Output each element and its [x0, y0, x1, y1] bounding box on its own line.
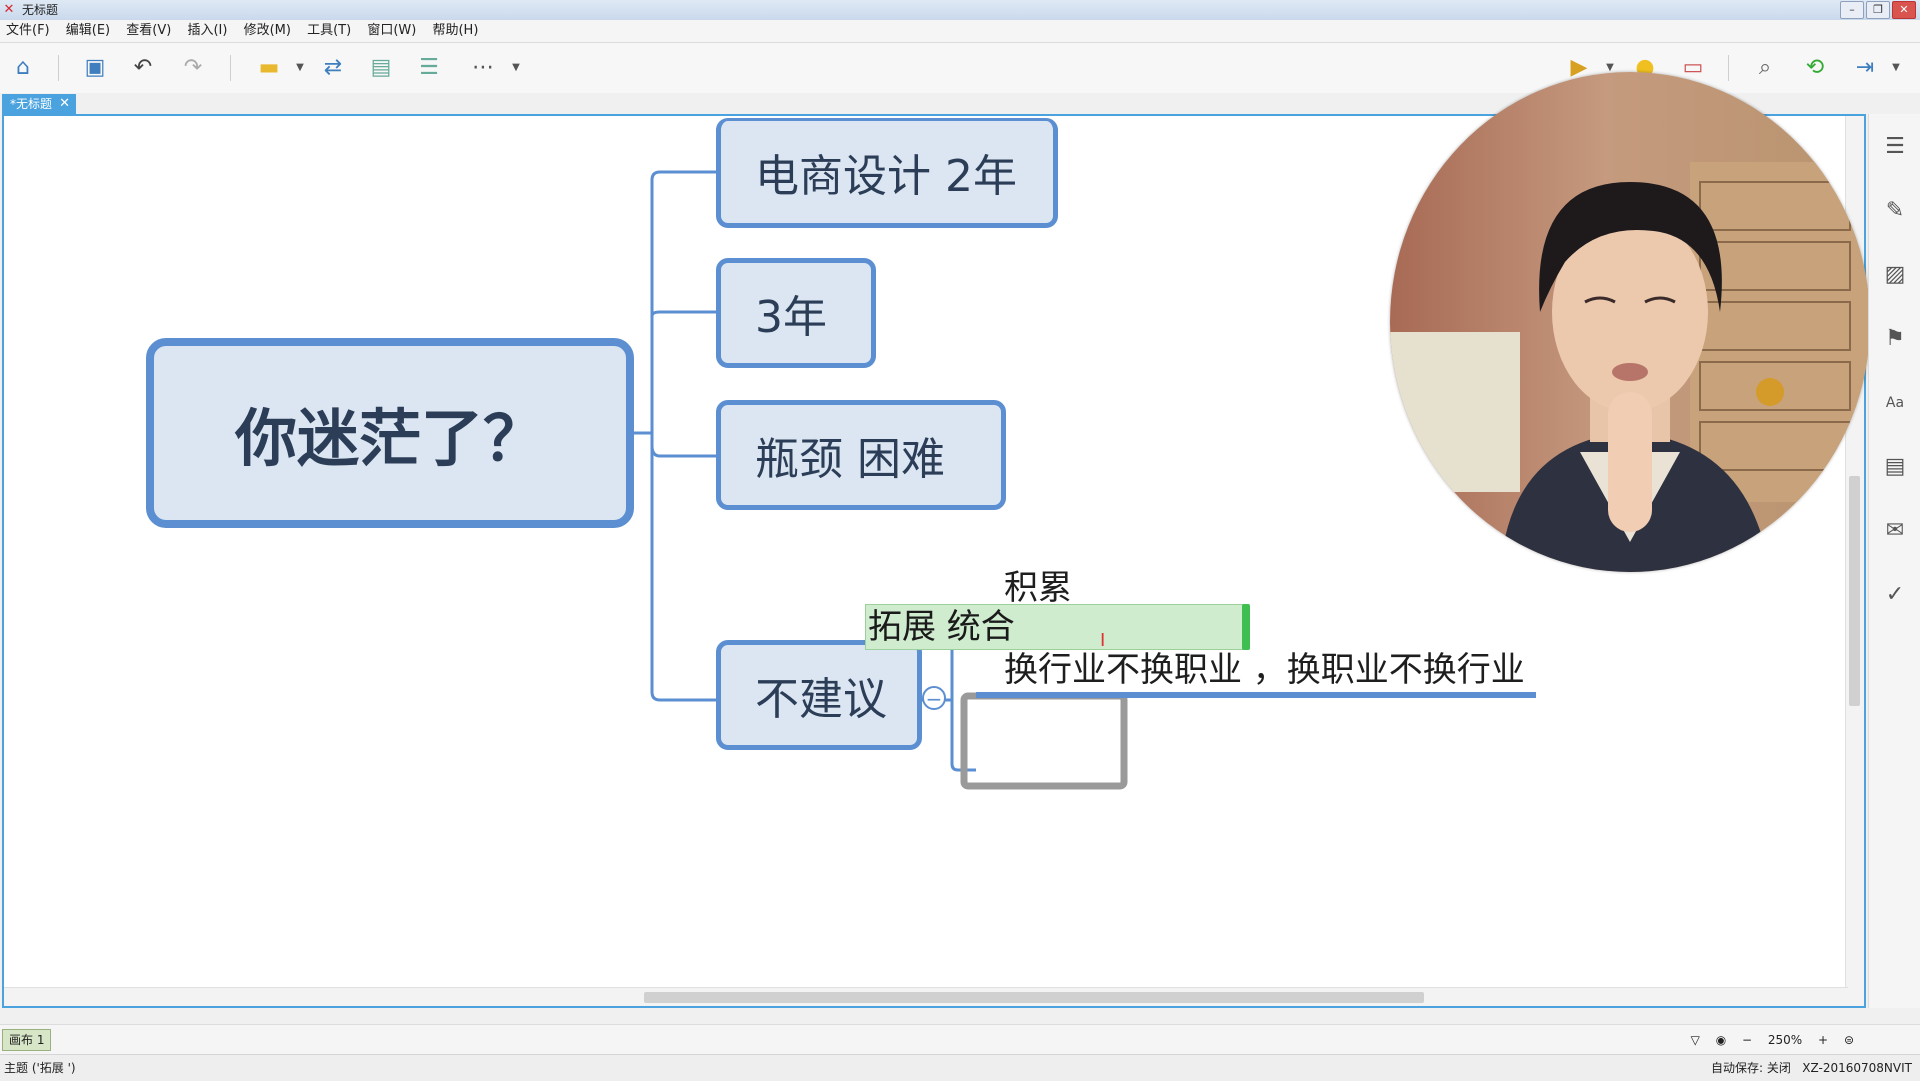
save-icon[interactable]: ▣ — [80, 53, 110, 83]
menu-tools[interactable]: 工具(T) — [301, 20, 357, 42]
eye-icon[interactable]: ◉ — [1716, 1025, 1726, 1055]
menu-modify[interactable]: 修改(M) — [238, 20, 297, 42]
status-topic: 主题 ('拓展 ') — [4, 1061, 76, 1075]
status-bar: 主题 ('拓展 ') 自动保存: 关闭 XZ-20160708NVIT — [0, 1054, 1920, 1081]
horizontal-scrollbar[interactable] — [4, 987, 1848, 1006]
text-style-icon[interactable]: Aa — [1882, 390, 1908, 416]
close-icon[interactable]: ✕ — [59, 94, 70, 114]
filter-icon[interactable]: ▽ — [1691, 1025, 1700, 1055]
bottom-bar: 画布 1 ▽ ◉ − 250% + ⊜ — [0, 1024, 1920, 1055]
marker-flag-icon[interactable]: ⚑ — [1882, 326, 1908, 352]
menu-window[interactable]: 窗口(W) — [361, 20, 422, 42]
restore-button[interactable]: ❐ — [1866, 1, 1890, 19]
autosave-status[interactable]: 自动保存: 关闭 — [1711, 1061, 1791, 1075]
branch-topic[interactable]: 瓶颈 困难 — [716, 400, 1006, 510]
home-icon[interactable]: ⌂ — [8, 53, 38, 83]
central-topic[interactable]: 你迷茫了？ — [146, 338, 634, 528]
sheet-tab[interactable]: 画布 1 — [2, 1029, 52, 1051]
toolbar-separator — [1728, 55, 1729, 81]
format-brush-icon[interactable]: ✎ — [1882, 198, 1908, 224]
selection-frame — [960, 692, 1128, 790]
chevron-down-icon[interactable]: ▼ — [1890, 53, 1902, 83]
menu-insert[interactable]: 插入(I) — [181, 20, 233, 42]
collapse-toggle-icon[interactable]: − — [922, 686, 946, 710]
subtopic-underline — [976, 692, 1536, 698]
tab-untitled[interactable]: *无标题 ✕ — [2, 94, 77, 114]
branch-topic[interactable]: 3年 — [716, 258, 876, 368]
window-title: 无标题 — [22, 3, 59, 17]
scroll-thumb[interactable] — [644, 992, 1424, 1003]
comment-icon[interactable]: ✉ — [1882, 518, 1908, 544]
relationship-icon[interactable]: ⇄ — [318, 53, 348, 83]
menu-help[interactable]: 帮助(H) — [426, 20, 484, 42]
minimize-button[interactable]: – — [1840, 1, 1864, 19]
task-clipboard-icon[interactable]: ✓ — [1882, 582, 1908, 608]
zoom-out-button[interactable]: − — [1742, 1025, 1752, 1055]
notes-icon[interactable]: ▤ — [1882, 454, 1908, 480]
share-icon[interactable]: ⟲ — [1800, 53, 1830, 83]
branch-topic[interactable]: 电商设计 2年 — [716, 118, 1058, 228]
scroll-thumb[interactable] — [1849, 476, 1860, 706]
menu-bar: 文件(F) 编辑(E) 查看(V) 插入(I) 修改(M) 工具(T) 窗口(W… — [0, 20, 1920, 43]
tab-label: *无标题 — [10, 97, 53, 111]
title-bar: ✕ 无标题 – ❐ ✕ — [0, 0, 1920, 20]
topic-edit-field[interactable]: 拓展 统合 — [865, 604, 1250, 650]
webcam-video — [1390, 72, 1870, 572]
undo-icon[interactable]: ↶ — [128, 53, 158, 83]
window-controls: – ❐ ✕ — [1840, 1, 1916, 19]
zoom-level: 250% — [1767, 1033, 1803, 1047]
branch-topic[interactable]: 不建议 — [716, 640, 922, 750]
image-icon[interactable]: ▨ — [1882, 262, 1908, 288]
chevron-down-icon[interactable]: ▼ — [294, 53, 306, 83]
app-logo-icon: ✕ — [3, 2, 15, 17]
resize-handle[interactable] — [1242, 604, 1250, 650]
boundary-icon[interactable]: ▤ — [366, 53, 396, 83]
topic-style-icon[interactable]: ▬ — [254, 53, 284, 83]
text-cursor-icon: I — [1100, 630, 1106, 651]
menu-file[interactable]: 文件(F) — [0, 20, 56, 42]
zoom-fit-icon[interactable]: ⊜ — [1844, 1025, 1854, 1055]
status-right: 自动保存: 关闭 XZ-20160708NVIT — [1711, 1055, 1912, 1081]
right-side-panel: ☰ ✎ ▨ ⚑ Aa ▤ ✉ ✓ — [1868, 114, 1920, 1008]
zoom-controls: ▽ ◉ − 250% + ⊜ — [1685, 1025, 1860, 1055]
summary-icon[interactable]: ☰ — [414, 53, 444, 83]
webcam-overlay — [1390, 72, 1870, 572]
toolbar-separator — [230, 55, 231, 81]
chevron-down-icon[interactable]: ▼ — [510, 53, 522, 83]
zoom-in-button[interactable]: + — [1818, 1025, 1828, 1055]
outline-icon[interactable]: ☰ — [1882, 134, 1908, 160]
edit-text: 拓展 统合 — [868, 607, 1015, 647]
menu-view[interactable]: 查看(V) — [120, 20, 177, 42]
export-icon[interactable]: ⇥ — [1850, 53, 1880, 83]
subtopic-label[interactable]: 积累 — [1004, 560, 1072, 609]
computer-name: XZ-20160708NVIT — [1802, 1061, 1912, 1075]
close-button[interactable]: ✕ — [1892, 1, 1916, 19]
menu-edit[interactable]: 编辑(E) — [60, 20, 116, 42]
more-icon[interactable]: ⋯ — [468, 53, 498, 83]
search-icon[interactable]: ⌕ — [1750, 53, 1780, 83]
toolbar-separator — [58, 55, 59, 81]
redo-icon[interactable]: ↷ — [178, 53, 208, 83]
